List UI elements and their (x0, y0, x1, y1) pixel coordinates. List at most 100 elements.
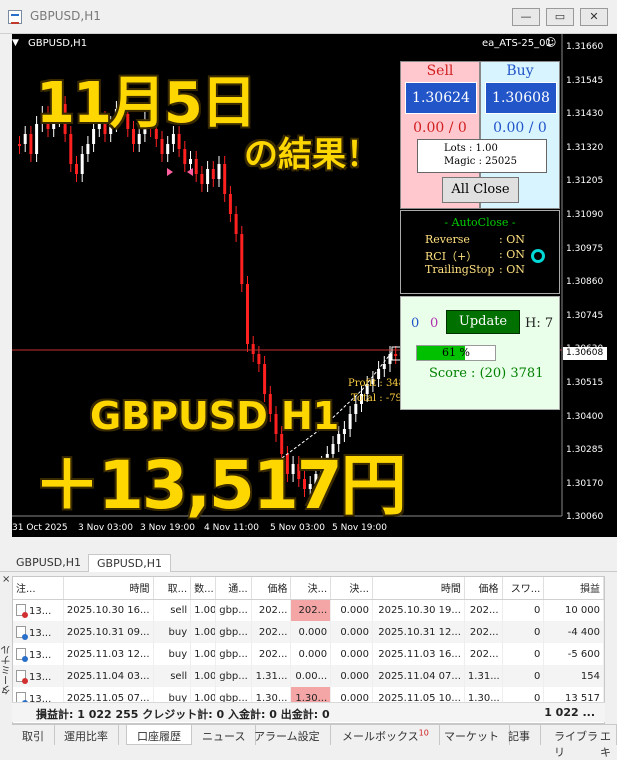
reverse-label: Reverse (425, 233, 470, 246)
trailing-value: : ON (499, 263, 525, 276)
table-row[interactable]: 13... 2025.11.03 12... buy 1.00 gbp... 202...… (13, 643, 604, 665)
terminal-tab[interactable]: 記事 (498, 725, 541, 745)
ea-name: ea_ATS-25_01 (482, 38, 552, 49)
overlay-date: 11月5日 (36, 71, 257, 136)
status-ring-icon[interactable] (531, 249, 545, 263)
terminal-tab-label: 記事 (508, 730, 530, 743)
column-header[interactable]: 決... (330, 577, 373, 600)
sell-pl: 0.00 / 0 (413, 120, 467, 136)
table-cell: 154 (543, 665, 604, 687)
table-cell: 2025.10.31 12... (372, 621, 465, 643)
candle-body (251, 344, 255, 354)
maximize-button[interactable]: ▭ (546, 8, 574, 26)
score-value: Score : (20) 3781 (429, 366, 544, 381)
table-row[interactable]: 13... 2025.11.04 03... sell 1.00 gbp... 1.31.… (13, 665, 604, 687)
column-header[interactable]: 通... (215, 577, 252, 600)
terminal-tab[interactable]: 運用比率 (54, 725, 119, 745)
column-header[interactable]: 数... (190, 577, 217, 600)
close-button[interactable]: ✕ (580, 8, 608, 26)
price-tick: 1.31660 (566, 42, 604, 52)
terminal-tab[interactable]: 取引 (12, 725, 55, 745)
price-tick: 1.30975 (566, 243, 604, 254)
table-cell: gbp... (215, 599, 252, 621)
chart-tab-2[interactable]: GBPUSD,H1 (88, 554, 171, 572)
column-header[interactable]: 時間 (63, 577, 154, 600)
chart-title-bar: GBPUSD,H1 — ▭ ✕ (0, 0, 617, 34)
column-header[interactable]: 価格 (251, 577, 292, 600)
candle-body (166, 144, 170, 154)
summary-total: 1 022 ... (544, 706, 595, 719)
terminal-tab-label: エキ (600, 730, 611, 759)
table-cell: 0 (502, 599, 545, 621)
all-close-button[interactable]: All Close (442, 177, 519, 203)
candle-body (75, 164, 78, 174)
terminal-tab[interactable]: 口座履歴 (126, 725, 192, 745)
table-cell: 2025.10.30 16... (63, 599, 154, 621)
overlay-result: の結果！ (244, 135, 380, 175)
table-cell: gbp... (215, 665, 252, 687)
terminal-tab-label: 取引 (22, 730, 44, 743)
candle-body (206, 169, 210, 184)
table-cell: 13... (13, 621, 64, 643)
column-header[interactable]: スワ... (502, 577, 545, 600)
terminal-tab[interactable]: アラーム設定 (244, 725, 331, 745)
column-header[interactable]: 時間 (372, 577, 465, 600)
lots-box[interactable]: Lots : 1.00 Magic : 25025 (417, 139, 547, 173)
chart-symbol: GBPUSD,H1 (28, 38, 88, 49)
table-cell: 13... (13, 665, 64, 687)
terminal-tab[interactable]: メールボックス10 (332, 725, 440, 745)
table-cell: 10 000 (543, 599, 604, 621)
candle-body (257, 354, 261, 364)
table-cell: 202... (464, 621, 503, 643)
sell-order-icon (16, 669, 28, 684)
candle-body (189, 159, 192, 164)
table-cell: 2025.11.03 16... (372, 643, 465, 665)
order-id: 13... (29, 627, 52, 639)
column-header[interactable]: 取... (153, 577, 192, 600)
table-cell: 1.31... (464, 665, 503, 687)
history-table: 注... 時間 取... 数... 通... 価格 決... 決... 時間 価格 スワ... 損益 … (13, 577, 604, 709)
order-id: 13... (29, 649, 52, 661)
summary-text: 損益計: 1 022 255 クレジット計: 0 入金計: 0 出金計: 0 (36, 708, 330, 721)
time-tick: 3 Nov 03:00 (78, 523, 133, 533)
column-header[interactable]: 価格 (464, 577, 503, 600)
chart-tab-1[interactable]: GBPUSD,H1 (8, 554, 89, 572)
candle-body (23, 134, 27, 144)
terminal-tab-label: メールボックス (342, 730, 419, 743)
price-tick: 1.30060 (566, 512, 604, 523)
h-value: H: 7 (525, 316, 554, 331)
terminal-tab[interactable]: エキ (590, 725, 617, 759)
table-cell: 0 (502, 621, 545, 643)
candle-body (382, 364, 386, 369)
terminal-tabs: 取引 運用比率 口座履歴 ニュース アラーム設定 メールボックス10 マーケット 記事 ライブラ… (12, 724, 617, 759)
candle-body (394, 354, 398, 356)
terminal-tab-label: アラーム設定 (254, 730, 320, 743)
table-cell: 13... (13, 599, 64, 621)
minimize-button[interactable]: — (512, 8, 540, 26)
update-button[interactable]: Update (446, 310, 520, 334)
terminal-side-label: ターミナル (2, 645, 13, 695)
price-chart[interactable]: GBPUSD,H1 ea_ATS-25_01 ▼ ☺ 11月5日 の結果！ GB… (12, 34, 617, 537)
counter-a: 0 (411, 316, 420, 331)
table-row[interactable]: 13... 2025.10.30 16... sell 1.00 gbp... 202..… (13, 599, 604, 621)
table-row[interactable]: 13... 2025.10.31 09... buy 1.00 gbp... 202...… (13, 621, 604, 643)
price-tick: 1.31545 (566, 75, 604, 86)
time-tick: 3 Nov 19:00 (140, 523, 195, 533)
column-header[interactable]: 損益 (543, 577, 604, 600)
candle-body (228, 194, 232, 214)
buy-label: Buy (506, 63, 534, 79)
table-cell: 2025.11.04 07... (372, 665, 465, 687)
sell-price-button[interactable]: 1.30624 (405, 82, 477, 114)
price-tick: 1.30400 (566, 411, 604, 422)
terminal-tab-label: マーケット (444, 730, 499, 743)
overlay-profit: ＋13,517円 (34, 447, 407, 524)
candle-body (354, 404, 358, 414)
table-cell: 2025.10.31 09... (63, 621, 154, 643)
terminal-close-icon[interactable]: × (2, 574, 10, 585)
time-tick: 4 Nov 11:00 (204, 523, 259, 533)
column-header[interactable]: 注... (13, 577, 64, 600)
table-cell: 202... (290, 599, 332, 621)
column-header[interactable]: 決... (290, 577, 332, 600)
buy-price-button[interactable]: 1.30608 (485, 82, 557, 114)
chart-menu-arrow[interactable]: ▼ (12, 38, 19, 48)
